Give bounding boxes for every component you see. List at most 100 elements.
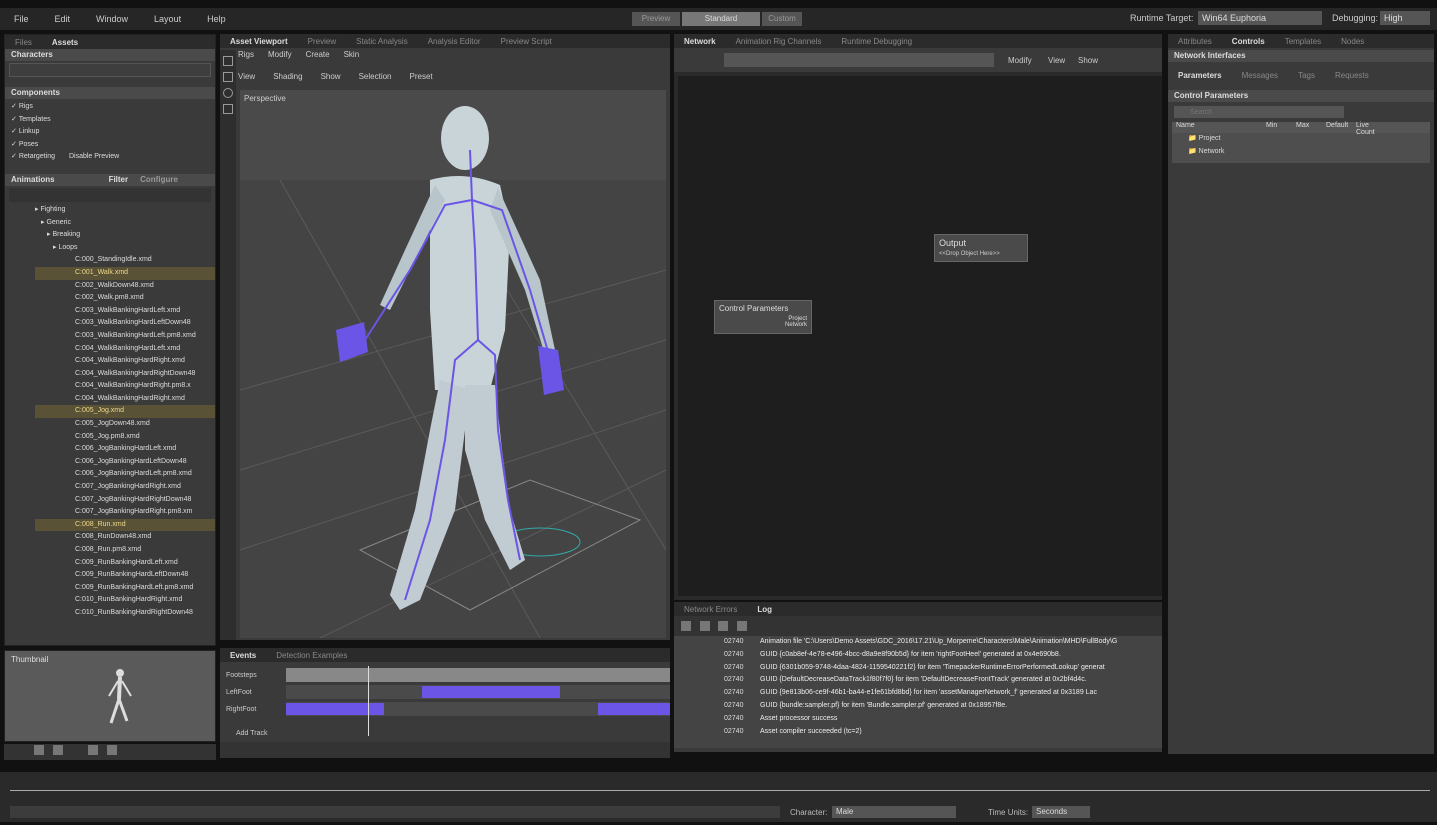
animation-file[interactable]: C:010_RunBankingHardRight.xmd <box>35 594 215 607</box>
tab-network[interactable]: Runtime Debugging <box>831 37 922 46</box>
component-poses[interactable]: ✓ Poses <box>11 139 209 152</box>
tree-network[interactable]: 📁 Network <box>1188 146 1430 159</box>
network-canvas[interactable] <box>678 76 1162 596</box>
character-select[interactable]: Male <box>832 806 956 818</box>
log-warning-icon[interactable] <box>699 620 710 631</box>
disable-preview-label[interactable]: Disable Preview <box>69 153 119 160</box>
component-templates[interactable]: ✓ Templates <box>11 114 209 127</box>
characters-header[interactable]: Characters <box>5 49 215 61</box>
menu-show[interactable]: Show <box>321 72 341 81</box>
move-tool-icon[interactable] <box>223 72 233 82</box>
subtab[interactable]: Messages <box>1232 71 1288 80</box>
timeline-ruler[interactable] <box>10 790 1430 791</box>
animation-file[interactable]: C:009_RunBankingHardLeft.xmd <box>35 557 215 570</box>
subtab[interactable]: Parameters <box>1168 71 1232 80</box>
output-node[interactable]: Output <<Drop Object Here>> <box>934 234 1028 262</box>
tab-viewport[interactable]: Preview <box>298 37 346 46</box>
column-header[interactable]: Min <box>1262 122 1292 133</box>
animation-file[interactable]: C:009_RunBankingHardLeftDown48 <box>35 569 215 582</box>
animation-file[interactable]: C:005_Jog.xmd <box>35 405 215 419</box>
column-header[interactable]: Default <box>1322 122 1352 133</box>
tab-viewport[interactable]: Preview Script <box>491 37 562 46</box>
runtime-target-select[interactable]: Win64 Euphoria <box>1198 11 1322 25</box>
network-menu-modify[interactable]: Modify <box>1008 56 1032 65</box>
menu-modify[interactable]: Modify <box>268 50 292 59</box>
animation-folder[interactable]: ▸ Loops <box>35 242 215 255</box>
animation-folder[interactable]: ▸ Generic <box>35 217 215 230</box>
animation-file[interactable]: C:003_WalkBankingHardLeft.xmd <box>35 305 215 318</box>
menu-rigs[interactable]: Rigs <box>238 50 254 59</box>
network-menu-show[interactable]: Show <box>1078 56 1098 65</box>
cp-port-network[interactable]: Network <box>715 322 811 328</box>
menu-help[interactable]: Help <box>207 14 226 24</box>
animation-file[interactable]: C:001_Walk.xmd <box>35 266 215 280</box>
menu-view[interactable]: View <box>238 72 255 81</box>
animations-path-field[interactable] <box>9 187 211 202</box>
tab-files[interactable]: Files <box>5 38 42 47</box>
component-retargeting[interactable]: ✓ Retargeting Disable Preview <box>11 151 209 164</box>
play-icon[interactable] <box>34 744 44 755</box>
tab-log[interactable]: Log <box>747 605 782 614</box>
characters-list[interactable] <box>9 63 211 77</box>
menu-file[interactable]: File <box>14 14 29 24</box>
animation-file[interactable]: C:002_WalkDown48.xmd <box>35 280 215 293</box>
tab-assets[interactable]: Assets <box>42 38 88 47</box>
menu-create[interactable]: Create <box>306 50 330 59</box>
tab-right[interactable]: Nodes <box>1331 37 1374 46</box>
column-header[interactable]: Name <box>1172 122 1262 133</box>
menu-skin[interactable]: Skin <box>344 50 360 59</box>
menu-edit[interactable]: Edit <box>55 14 71 24</box>
tab-events[interactable]: Events <box>220 651 266 660</box>
component-rigs[interactable]: ✓ Rigs <box>11 101 209 114</box>
animation-file[interactable]: C:007_JogBankingHardRight.pm8.xm <box>35 506 215 519</box>
rotate-tool-icon[interactable] <box>223 88 233 98</box>
menu-selection[interactable]: Selection <box>359 72 392 81</box>
viewport-3d[interactable]: Perspective <box>240 90 666 638</box>
tab-viewport[interactable]: Asset Viewport <box>220 37 298 46</box>
animation-file[interactable]: C:008_Run.pm8.xmd <box>35 544 215 557</box>
tab-detection-examples[interactable]: Detection Examples <box>266 651 357 660</box>
subtab[interactable]: Tags <box>1288 71 1325 80</box>
log-clear-icon[interactable] <box>681 620 691 631</box>
time-units-select[interactable]: Seconds <box>1032 806 1090 818</box>
track-footsteps[interactable] <box>286 668 670 682</box>
tree-project[interactable]: 📁 Project <box>1188 133 1430 146</box>
tab-right[interactable]: Controls <box>1222 37 1275 46</box>
animation-file[interactable]: C:006_JogBankingHardLeft.pm8.xmd <box>35 468 215 481</box>
animation-file[interactable]: C:010_RunBankingHardRightDown48 <box>35 607 215 620</box>
workspace-standard[interactable]: Standard <box>682 12 760 26</box>
leftfoot-event-bar[interactable] <box>422 686 560 698</box>
log-error-icon[interactable] <box>718 620 729 631</box>
component-linkup[interactable]: ✓ Linkup <box>11 126 209 139</box>
gear-icon[interactable] <box>106 744 117 755</box>
tab-network[interactable]: Network <box>674 37 726 46</box>
animation-folder[interactable]: ▸ Fighting <box>35 204 215 217</box>
subtab[interactable]: Requests <box>1325 71 1379 80</box>
workspace-preview[interactable]: Preview <box>632 12 680 26</box>
add-track-button[interactable]: Add Track <box>236 730 268 737</box>
log-filter-icon[interactable] <box>736 620 747 631</box>
animation-file[interactable]: C:005_Jog.pm8.xmd <box>35 431 215 444</box>
filter-tab[interactable]: Filter <box>109 174 129 186</box>
tab-right[interactable]: Attributes <box>1168 37 1222 46</box>
tab-network[interactable]: Animation Rig Channels <box>726 37 832 46</box>
control-parameters-node[interactable]: Control Parameters Project Network <box>714 300 812 334</box>
animation-file[interactable]: C:007_JogBankingHardRightDown48 <box>35 494 215 507</box>
pause-icon[interactable] <box>52 744 63 755</box>
animation-file[interactable]: C:009_RunBankingHardLeft.pm8.xmd <box>35 582 215 595</box>
animation-file[interactable]: C:003_WalkBankingHardLeftDown48 <box>35 317 215 330</box>
animation-file[interactable]: C:007_JogBankingHardRight.xmd <box>35 481 215 494</box>
column-header[interactable]: Max <box>1292 122 1322 133</box>
animation-file[interactable]: C:004_WalkBankingHardRight.xmd <box>35 355 215 368</box>
animation-file[interactable]: C:004_WalkBankingHardRight.pm8.x <box>35 380 215 393</box>
configure-tab[interactable]: Configure <box>140 174 178 186</box>
animation-file[interactable]: C:006_JogBankingHardLeftDown48 <box>35 456 215 469</box>
rightfoot-event-bar-1[interactable] <box>286 703 384 715</box>
select-tool-icon[interactable] <box>223 56 233 66</box>
animation-file[interactable]: C:003_WalkBankingHardLeft.pm8.xmd <box>35 330 215 343</box>
components-header[interactable]: Components <box>5 87 215 99</box>
camera-icon[interactable] <box>88 744 99 755</box>
animation-file[interactable]: C:004_WalkBankingHardRightDown48 <box>35 368 215 381</box>
animation-file[interactable]: C:008_Run.xmd <box>35 518 215 532</box>
column-header[interactable]: Live Count <box>1352 122 1382 136</box>
